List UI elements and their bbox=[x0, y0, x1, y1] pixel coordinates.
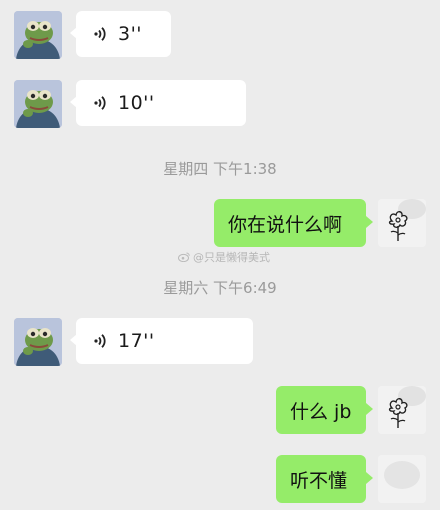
watermark-text: @只是懒得美式 bbox=[193, 251, 270, 264]
timestamp: 星期四 下午1:38 bbox=[163, 160, 277, 178]
voice-message-bubble[interactable]: 17'' bbox=[70, 318, 253, 364]
frog-avatar-icon[interactable] bbox=[14, 318, 62, 366]
voice-message-bubble[interactable]: 3'' bbox=[70, 11, 171, 57]
voice-duration: 17'' bbox=[118, 330, 155, 352]
sent-text-bubble[interactable]: 听不懂 bbox=[276, 455, 373, 503]
timestamp: 星期六 下午6:49 bbox=[163, 279, 277, 297]
watermark: @只是懒得美式 bbox=[178, 249, 270, 265]
message-text: 你在说什么啊 bbox=[228, 213, 343, 236]
flower-avatar-icon[interactable] bbox=[378, 386, 426, 434]
flower-avatar-icon[interactable] bbox=[378, 199, 426, 247]
sent-text-bubble[interactable]: 你在说什么啊 bbox=[214, 199, 373, 247]
voice-duration: 3'' bbox=[118, 23, 143, 45]
frog-avatar-icon[interactable] bbox=[14, 80, 62, 128]
voice-message-bubble[interactable]: 10'' bbox=[70, 80, 246, 126]
message-text: 什么 jb bbox=[290, 400, 352, 423]
message-text: 听不懂 bbox=[290, 469, 348, 492]
voice-wave-icon bbox=[94, 334, 106, 348]
weibo-icon bbox=[178, 252, 190, 262]
voice-wave-icon bbox=[94, 96, 106, 110]
sent-text-bubble[interactable]: 什么 jb bbox=[276, 386, 373, 434]
frog-avatar-icon[interactable] bbox=[14, 11, 62, 59]
voice-duration: 10'' bbox=[118, 92, 155, 114]
flower-avatar-icon[interactable] bbox=[378, 455, 426, 503]
voice-wave-icon bbox=[94, 27, 106, 41]
